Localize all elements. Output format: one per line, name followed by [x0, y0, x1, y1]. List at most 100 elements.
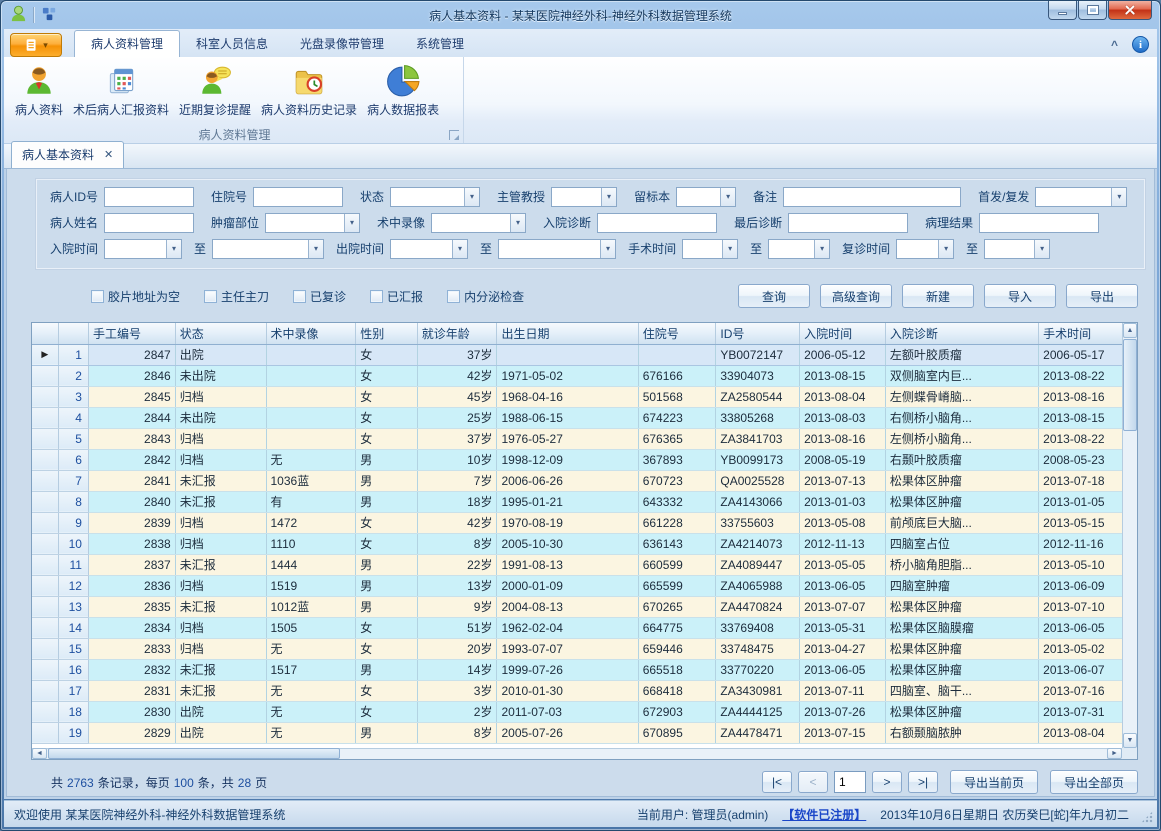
grid-cell[interactable]: 2834: [88, 617, 175, 638]
grid-cell[interactable]: 661228: [638, 512, 716, 533]
grid-cell[interactable]: 3岁: [417, 680, 497, 701]
grid-cell[interactable]: 2013-05-08: [800, 512, 886, 533]
grid-cell[interactable]: 2013-08-15: [800, 365, 886, 386]
grid-cell[interactable]: 2013-08-16: [1039, 386, 1128, 407]
grid-cell[interactable]: 14岁: [417, 659, 497, 680]
grid-cell[interactable]: 2006-05-17: [1039, 344, 1128, 365]
grid-cell[interactable]: 1968-04-16: [497, 386, 638, 407]
chevron-down-icon[interactable]: ▾: [600, 240, 615, 258]
grid-cell[interactable]: 2013-07-13: [800, 470, 886, 491]
grid-cell[interactable]: 女: [356, 365, 418, 386]
column-header-11[interactable]: 手术时间: [1039, 323, 1128, 344]
page-number-input[interactable]: [834, 771, 866, 793]
grid-cell[interactable]: 660599: [638, 554, 716, 575]
ribbon-button-3[interactable]: 近期复诊提醒: [174, 61, 256, 121]
checkbox-5[interactable]: 内分泌检查: [447, 288, 524, 305]
grid-cell[interactable]: 2846: [88, 365, 175, 386]
column-header-5[interactable]: 就诊年龄: [417, 323, 497, 344]
filter-text-input[interactable]: [266, 214, 344, 232]
column-header-7[interactable]: 住院号: [638, 323, 716, 344]
grid-cell[interactable]: 无: [266, 680, 356, 701]
grid-cell[interactable]: 2000-01-09: [497, 575, 638, 596]
grid-cell[interactable]: 未汇报: [175, 491, 266, 512]
grid-cell[interactable]: 2835: [88, 596, 175, 617]
grid-cell[interactable]: 1505: [266, 617, 356, 638]
filter-text-input[interactable]: [598, 214, 716, 232]
filter-combobox[interactable]: ▾: [390, 239, 468, 259]
application-menu-button[interactable]: ▾: [10, 33, 62, 57]
grid-cell[interactable]: 22岁: [417, 554, 497, 575]
grid-cell[interactable]: 女: [356, 512, 418, 533]
grid-cell[interactable]: 1472: [266, 512, 356, 533]
table-row[interactable]: 112837未汇报1444男22岁1991-08-13660599ZA40894…: [32, 554, 1128, 575]
grid-cell[interactable]: 20岁: [417, 638, 497, 659]
grid-cell[interactable]: 670723: [638, 470, 716, 491]
chevron-down-icon[interactable]: ▾: [720, 188, 735, 206]
column-header-9[interactable]: 入院时间: [800, 323, 886, 344]
grid-cell[interactable]: 2013-06-09: [1039, 575, 1128, 596]
software-registered-link[interactable]: 【软件已注册】: [782, 806, 866, 823]
ribbon-tab-1[interactable]: 病人资料管理: [74, 30, 180, 57]
grid-cell[interactable]: 女: [356, 428, 418, 449]
grid-cell[interactable]: 男: [356, 575, 418, 596]
table-row[interactable]: 72841未汇报1036蓝男7岁2006-06-26670723QA002552…: [32, 470, 1128, 491]
chevron-down-icon[interactable]: ▾: [452, 240, 467, 258]
grid-cell[interactable]: 665518: [638, 659, 716, 680]
grid-cell[interactable]: [266, 428, 356, 449]
grid-cell[interactable]: 2013-07-07: [800, 596, 886, 617]
grid-cell[interactable]: 1988-06-15: [497, 407, 638, 428]
chevron-down-icon[interactable]: ▾: [722, 240, 737, 258]
grid-cell[interactable]: 左额叶胶质瘤: [885, 344, 1038, 365]
grid-cell[interactable]: 女: [356, 386, 418, 407]
filter-text-input[interactable]: [897, 240, 938, 258]
chevron-down-icon[interactable]: ▾: [601, 188, 616, 206]
grid-cell[interactable]: 2013-07-31: [1039, 701, 1128, 722]
table-row[interactable]: 32845归档女45岁1968-04-16501568ZA25805442013…: [32, 386, 1128, 407]
grid-cell[interactable]: 四脑室、脑干...: [885, 680, 1038, 701]
column-header-1[interactable]: 手工编号: [88, 323, 175, 344]
action-button-3[interactable]: 新建: [902, 284, 974, 308]
grid-cell[interactable]: 2847: [88, 344, 175, 365]
grid-cell[interactable]: 未汇报: [175, 554, 266, 575]
filter-combobox[interactable]: ▾: [498, 239, 616, 259]
grid-cell[interactable]: 归档: [175, 386, 266, 407]
grid-cell[interactable]: 女: [356, 680, 418, 701]
grid-cell[interactable]: ZA4470824: [716, 596, 800, 617]
column-header-8[interactable]: ID号: [716, 323, 800, 344]
last-page-button[interactable]: >|: [908, 771, 938, 793]
grid-cell[interactable]: 1991-08-13: [497, 554, 638, 575]
grid-cell[interactable]: 归档: [175, 449, 266, 470]
filter-input[interactable]: [104, 187, 194, 207]
grid-cell[interactable]: 松果体区肿瘤: [885, 470, 1038, 491]
grid-cell[interactable]: 1519: [266, 575, 356, 596]
checkbox-icon[interactable]: [91, 290, 104, 303]
grid-cell[interactable]: 33755603: [716, 512, 800, 533]
grid-cell[interactable]: ZA4478471: [716, 722, 800, 743]
grid-cell[interactable]: 2岁: [417, 701, 497, 722]
grid-cell[interactable]: 2013-08-04: [1039, 722, 1128, 743]
grid-cell[interactable]: 2829: [88, 722, 175, 743]
grid-cell[interactable]: 10岁: [417, 449, 497, 470]
grid-cell[interactable]: 2005-10-30: [497, 533, 638, 554]
grid-cell[interactable]: 1036蓝: [266, 470, 356, 491]
grid-cell[interactable]: 无: [266, 722, 356, 743]
grid-cell[interactable]: 2012-11-16: [1039, 533, 1128, 554]
grid-cell[interactable]: 女: [356, 344, 418, 365]
next-page-button[interactable]: >: [872, 771, 902, 793]
column-header-3[interactable]: 术中录像: [266, 323, 356, 344]
chevron-down-icon[interactable]: ▾: [814, 240, 829, 258]
grid-cell[interactable]: 2013-07-18: [1039, 470, 1128, 491]
grid-cell[interactable]: 2010-01-30: [497, 680, 638, 701]
filter-combobox[interactable]: ▾: [212, 239, 324, 259]
grid-cell[interactable]: 2013-05-02: [1039, 638, 1128, 659]
filter-text-input[interactable]: [552, 188, 601, 206]
ribbon-button-4[interactable]: 病人资料历史记录: [256, 61, 362, 121]
grid-cell[interactable]: 33748475: [716, 638, 800, 659]
column-header-4[interactable]: 性别: [356, 323, 418, 344]
close-button[interactable]: [1108, 1, 1152, 20]
grid-cell[interactable]: 男: [356, 470, 418, 491]
grid-cell[interactable]: 右颞叶胶质瘤: [885, 449, 1038, 470]
grid-cell[interactable]: 未汇报: [175, 470, 266, 491]
checkbox-icon[interactable]: [204, 290, 217, 303]
grid-cell[interactable]: 归档: [175, 617, 266, 638]
